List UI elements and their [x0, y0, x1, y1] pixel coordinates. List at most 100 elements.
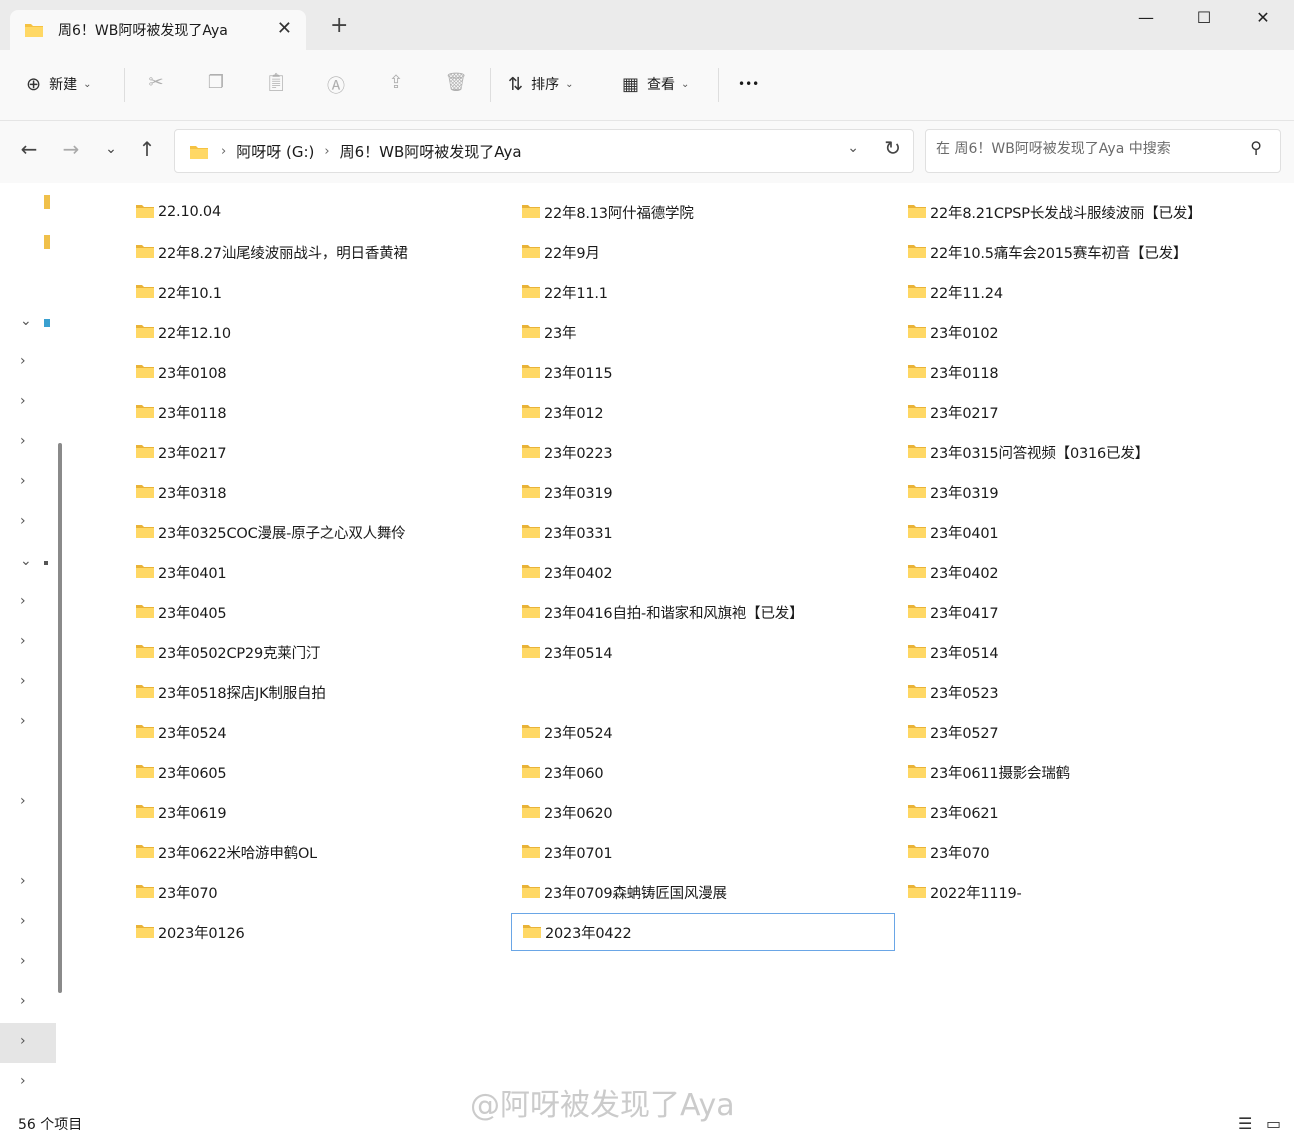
paste-icon[interactable]: 📋︎ — [264, 72, 288, 96]
new-button[interactable]: ⊕ 新建 ⌄ — [26, 64, 91, 104]
back-arrow-icon[interactable]: ← — [14, 137, 44, 161]
recent-locations-chevron-icon[interactable]: ⌄ — [96, 141, 126, 157]
folder-item[interactable]: 23年0325COC漫展-原子之心双人舞伶 — [125, 513, 509, 551]
nav-item-expanded[interactable]: ⌄ — [0, 543, 56, 583]
nav-item-expanded[interactable]: ⌄ — [0, 303, 56, 343]
folder-item[interactable]: 23年0319 — [897, 473, 1281, 511]
nav-item-selected[interactable]: › — [0, 1023, 56, 1063]
close-button[interactable]: ✕ — [1248, 8, 1278, 27]
folder-item[interactable]: 23年0402 — [897, 553, 1281, 591]
nav-item-pinned-folder[interactable] — [0, 183, 56, 223]
minimize-button[interactable]: — — [1131, 8, 1161, 27]
nav-item[interactable]: › — [0, 783, 56, 823]
folder-item[interactable]: 23年070 — [897, 833, 1281, 871]
folder-item[interactable]: 23年0518探店JK制服自拍 — [125, 673, 509, 711]
folder-item[interactable]: 23年0223 — [511, 433, 895, 471]
folder-item[interactable]: 23年0416自拍-和谐家和风旗袍【已发】 — [511, 593, 895, 631]
folder-item[interactable]: 23年0331 — [511, 513, 895, 551]
maximize-button[interactable]: ☐ — [1189, 8, 1219, 27]
folder-item[interactable]: 23年0524 — [125, 713, 509, 751]
folder-item[interactable]: 23年0514 — [511, 633, 895, 671]
cut-icon[interactable]: ✂ — [144, 72, 168, 96]
folder-item[interactable]: 23年0523 — [897, 673, 1281, 711]
nav-item[interactable]: › — [0, 503, 56, 543]
folder-item[interactable]: 23年0319 — [511, 473, 895, 511]
folder-item[interactable]: 23年0701 — [511, 833, 895, 871]
nav-item[interactable]: › — [0, 383, 56, 423]
nav-item[interactable]: › — [0, 423, 56, 463]
folder-item[interactable]: 23年0709森蚺铸匠国风漫展 — [511, 873, 895, 911]
folder-item[interactable]: 23年0619 — [125, 793, 509, 831]
folder-item[interactable]: 23年0622米哈游申鹤OL — [125, 833, 509, 871]
folder-item[interactable]: 23年0620 — [511, 793, 895, 831]
folder-item[interactable]: 23年0318 — [125, 473, 509, 511]
folder-item[interactable]: 22年11.24 — [897, 273, 1281, 311]
folder-item[interactable]: 23年0102 — [897, 313, 1281, 351]
folder-item[interactable]: 23年012 — [511, 393, 895, 431]
tab-close-icon[interactable]: ✕ — [277, 18, 292, 39]
rename-icon[interactable]: Ⓐ — [324, 72, 348, 97]
folder-item[interactable]: 2022年1119- — [897, 873, 1281, 911]
search-icon[interactable]: ⚲ — [1250, 138, 1262, 157]
folder-item[interactable]: 23年0115 — [511, 353, 895, 391]
folder-item[interactable]: 23年0217 — [897, 393, 1281, 431]
nav-item[interactable]: › — [0, 583, 56, 623]
nav-item[interactable]: › — [0, 463, 56, 503]
nav-item-pinned-folder[interactable] — [0, 223, 56, 263]
copy-icon[interactable]: ❐ — [204, 72, 228, 96]
folder-item[interactable]: 23年0605 — [125, 753, 509, 791]
nav-item[interactable]: › — [0, 983, 56, 1023]
folder-item[interactable]: 23年0401 — [897, 513, 1281, 551]
nav-item[interactable]: › — [0, 343, 56, 383]
breadcrumb-drive[interactable]: 阿呀呀 (G:) — [236, 141, 314, 162]
folder-item[interactable]: 23年0402 — [511, 553, 895, 591]
address-bar[interactable]: › 阿呀呀 (G:) › 周6！WB阿呀被发现了Aya ⌄ ↻ — [174, 129, 914, 173]
view-button[interactable]: ▦ 查看 ⌄ — [622, 64, 689, 104]
details-view-icon[interactable]: ☰ — [1238, 1114, 1252, 1133]
folder-item[interactable]: 23年0621 — [897, 793, 1281, 831]
folder-item[interactable]: 23年0417 — [897, 593, 1281, 631]
nav-item[interactable]: › — [0, 863, 56, 903]
folder-item[interactable]: 23年0527 — [897, 713, 1281, 751]
nav-item[interactable]: › — [0, 663, 56, 703]
forward-arrow-icon[interactable]: → — [56, 137, 86, 161]
folder-item[interactable]: 23年0217 — [125, 433, 509, 471]
folder-item[interactable]: 2023年0126 — [125, 913, 509, 951]
folder-item[interactable]: 22年8.21CPSP长发战斗服绫波丽【已发】 — [897, 193, 1281, 231]
more-options-button[interactable]: ••• — [738, 64, 759, 104]
folder-item-selected[interactable]: 2023年0422 — [511, 913, 895, 951]
folder-item[interactable]: 22年11.1 — [511, 273, 895, 311]
folder-item[interactable]: 22年8.13阿什福德学院 — [511, 193, 895, 231]
nav-item[interactable]: › — [0, 1063, 56, 1103]
navigation-pane-scrollbar[interactable] — [58, 443, 62, 993]
search-box[interactable]: ⚲ — [925, 129, 1281, 173]
folder-item[interactable]: 23年0118 — [125, 393, 509, 431]
folder-item[interactable]: 22年12.10 — [125, 313, 509, 351]
nav-item[interactable]: › — [0, 903, 56, 943]
folder-item[interactable] — [511, 673, 895, 711]
folder-item[interactable]: 23年0514 — [897, 633, 1281, 671]
folder-item[interactable]: 23年070 — [125, 873, 509, 911]
folder-item[interactable]: 23年0611摄影会瑞鹤 — [897, 753, 1281, 791]
breadcrumb-folder[interactable]: 周6！WB阿呀被发现了Aya — [340, 141, 522, 162]
sort-button[interactable]: ⇅ 排序 ⌄ — [508, 64, 573, 104]
folder-item[interactable]: 23年060 — [511, 753, 895, 791]
refresh-icon[interactable]: ↻ — [884, 136, 901, 160]
search-input[interactable] — [934, 140, 1238, 158]
delete-icon[interactable]: 🗑︎ — [444, 72, 468, 96]
up-arrow-icon[interactable]: ↑ — [132, 137, 162, 161]
large-icons-view-icon[interactable]: ▭ — [1266, 1114, 1281, 1133]
folder-item[interactable]: 23年0118 — [897, 353, 1281, 391]
folder-item[interactable]: 22.10.04 — [125, 193, 509, 231]
folder-item[interactable]: 22年8.27汕尾绫波丽战斗，明日香黄裙 — [125, 233, 509, 271]
nav-item[interactable]: › — [0, 943, 56, 983]
folder-item[interactable]: 23年0401 — [125, 553, 509, 591]
folder-item[interactable]: 23年0502CP29克莱门汀 — [125, 633, 509, 671]
folder-item[interactable]: 22年10.5痛车会2015赛车初音【已发】 — [897, 233, 1281, 271]
nav-item[interactable]: › — [0, 703, 56, 743]
share-icon[interactable]: ⇪ — [384, 72, 408, 96]
folder-item[interactable]: 23年 — [511, 313, 895, 351]
address-dropdown-icon[interactable]: ⌄ — [847, 140, 859, 156]
folder-item[interactable]: 23年0524 — [511, 713, 895, 751]
folder-item[interactable]: 23年0108 — [125, 353, 509, 391]
